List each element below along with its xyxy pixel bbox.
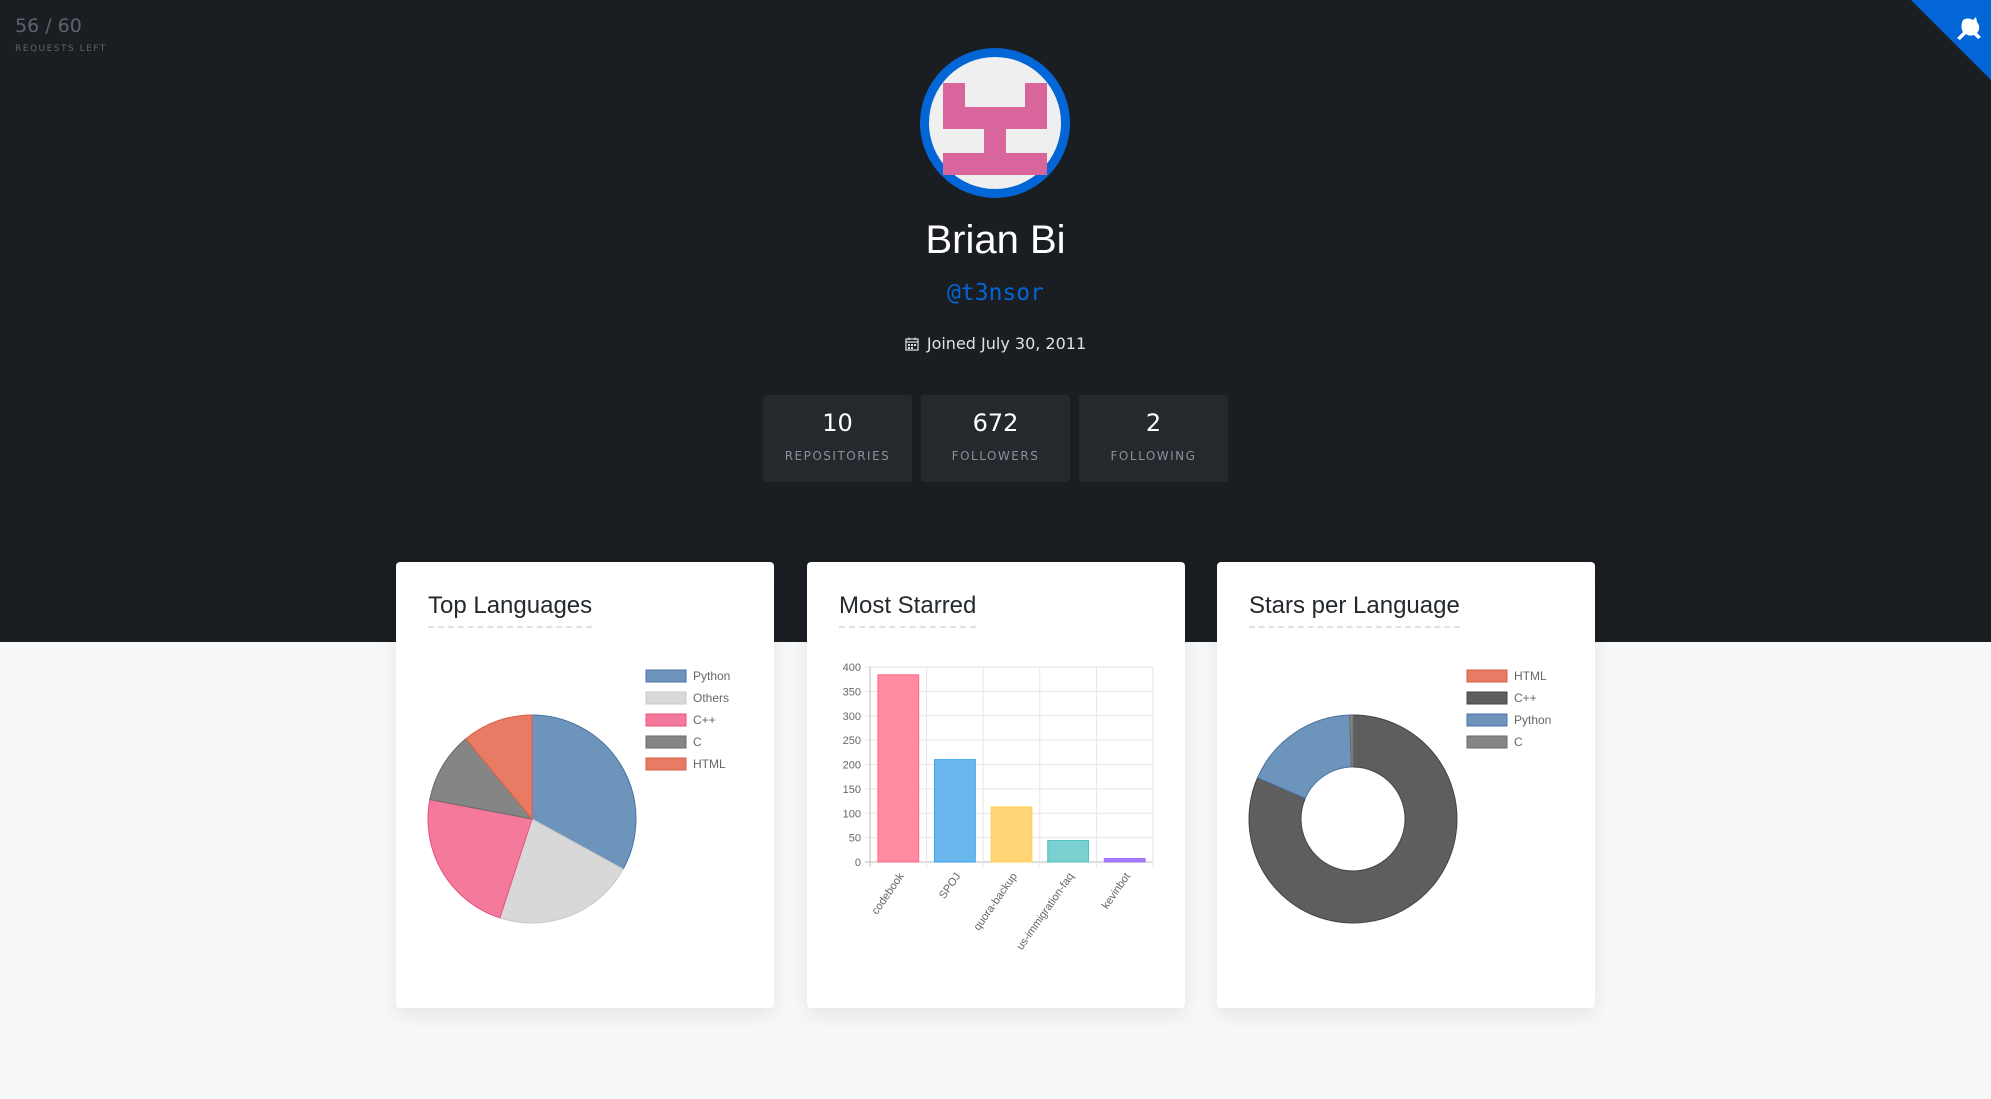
x-tick-label: quora-backup [972,871,1020,933]
legend-label: Python [1514,713,1551,727]
bar-us-immigration-faq [1047,840,1089,863]
y-tick-label: 300 [843,711,861,723]
legend-swatch [1466,735,1508,749]
x-tick-label: kevinbot [1100,871,1133,911]
legend-swatch [1466,713,1508,727]
top-languages-chart: Python Others C++ C HTML [427,669,730,924]
most-starred-card: Most Starred 0 50 100 150 200 250 300 350 400 cod… [807,562,1185,1008]
avatar [920,48,1070,198]
y-tick-label: 250 [843,735,861,747]
user-handle-link[interactable]: @t3nsor [0,280,1991,306]
legend-label: HTML [1514,669,1547,683]
user-name: Brian Bi [925,218,1066,262]
joined-date: Joined July 30, 2011 [0,334,1991,353]
stars-per-language-card: Stars per Language HTML C++ Python C [1217,562,1595,1008]
stars-per-language-chart: HTML C++ Python C [1248,669,1551,924]
avatar-identicon [929,57,1061,189]
stat-label: REPOSITORIES [784,449,891,463]
y-tick-label: 50 [849,833,861,845]
legend-label: C++ [693,713,716,727]
stat-value: 2 [1145,409,1162,437]
stat-label: FOLLOWERS [951,449,1040,463]
top-languages-card: Top Languages Python Others C++ C HTML [396,562,774,1008]
legend-label: C++ [1514,691,1537,705]
stat-followers: 672 FOLLOWERS [921,395,1070,482]
joined-text: Joined July 30, 2011 [926,334,1087,353]
y-tick-label: 200 [843,760,861,772]
rate-limit-label: REQUESTS LEFT [15,44,107,54]
bar-codebook [877,674,920,863]
legend-swatch [645,713,687,727]
y-tick-label: 0 [855,857,861,869]
legend-label: C [693,735,702,749]
bar-kevinbot [1103,858,1146,863]
x-tick-label: us-immigration-faq [1014,871,1076,953]
legend-swatch [1466,691,1508,705]
legend-label: HTML [693,757,726,771]
calendar-icon [905,337,919,351]
x-tick-label: SPOJ [937,871,963,901]
legend-swatch [1466,669,1508,683]
github-corner-icon[interactable] [1911,0,1991,80]
stat-following: 2 FOLLOWING [1079,395,1228,482]
legend-label: C [1514,735,1523,749]
stats-row: 10 REPOSITORIES 672 FOLLOWERS 2 FOLLOWIN… [763,395,1228,482]
legend-label: Python [693,669,730,683]
legend-swatch [645,735,687,749]
bar-quora-backup [990,806,1033,863]
stat-value: 10 [822,409,853,437]
stat-repositories: 10 REPOSITORIES [763,395,912,482]
x-tick-label: codebook [870,870,907,916]
rate-limit-count: 56 / 60 [15,15,82,37]
legend-swatch [645,691,687,705]
most-starred-chart: 0 50 100 150 200 250 300 350 400 codebook SPOJ quor… [843,662,1154,953]
stat-value: 672 [972,409,1019,437]
y-tick-label: 150 [843,784,861,796]
rate-limit: 56 / 60 REQUESTS LEFT [15,15,107,54]
y-tick-label: 100 [843,808,861,820]
y-tick-label: 350 [843,686,861,698]
y-tick-label: 400 [843,662,861,674]
legend-label: Others [693,691,729,705]
legend-swatch [645,757,687,771]
bar-SPOJ [934,759,976,863]
legend-swatch [645,669,687,683]
stat-label: FOLLOWING [1110,449,1197,463]
